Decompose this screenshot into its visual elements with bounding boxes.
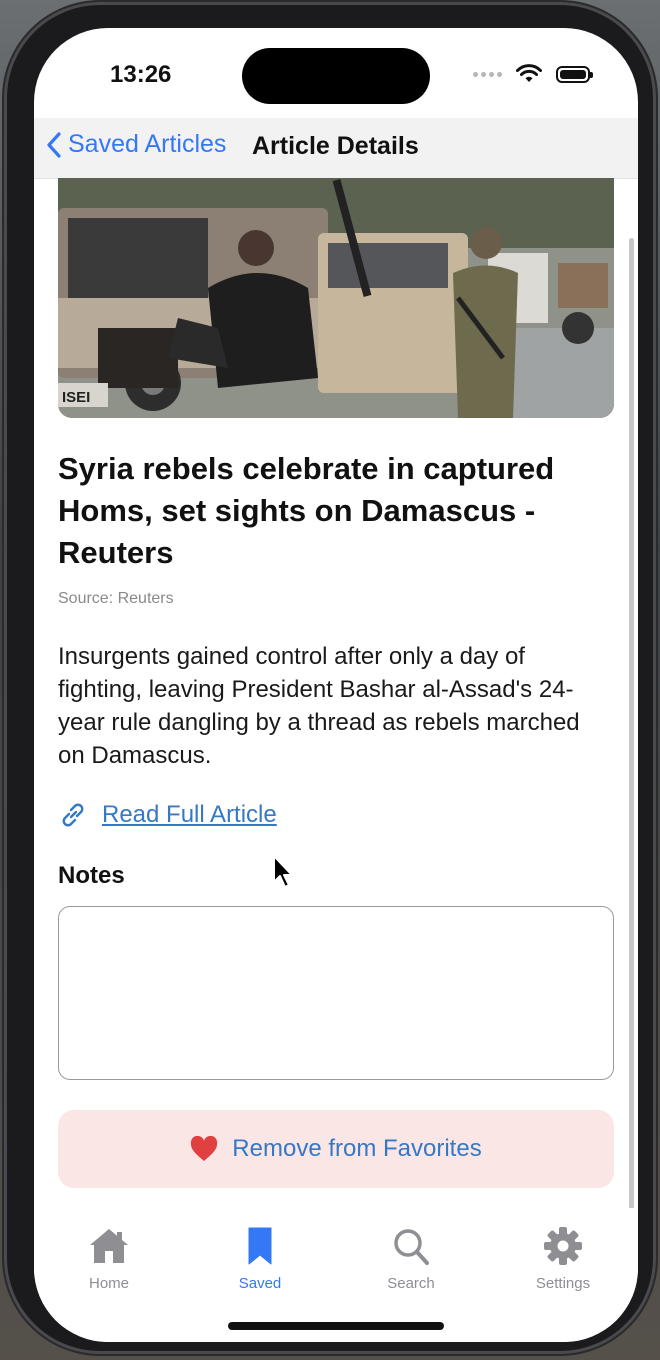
back-button[interactable]: Saved Articles bbox=[46, 130, 226, 159]
tab-settings-label: Settings bbox=[535, 1275, 591, 1292]
article-image: ISEI bbox=[58, 178, 614, 418]
navigation-bar: Saved Articles Article Details bbox=[34, 118, 638, 179]
bookmark-icon bbox=[248, 1227, 272, 1265]
mouse-pointer-icon bbox=[273, 855, 293, 888]
article-source: Source: Reuters bbox=[58, 590, 174, 607]
tab-home-label: Home bbox=[88, 1275, 129, 1292]
tab-saved[interactable]: Saved bbox=[205, 1226, 315, 1292]
screen: 13:26 Saved Articles Article Details ISE… bbox=[34, 28, 638, 1342]
gear-icon bbox=[544, 1227, 582, 1265]
tab-home[interactable]: Home bbox=[54, 1226, 164, 1292]
image-caption-text: ISEI bbox=[62, 389, 90, 406]
status-icons bbox=[473, 64, 593, 84]
house-icon bbox=[90, 1229, 128, 1263]
tab-saved-label: Saved bbox=[238, 1275, 282, 1292]
back-button-label: Saved Articles bbox=[68, 130, 227, 158]
remove-from-favorites-label: Remove from Favorites bbox=[232, 1135, 482, 1162]
battery-icon bbox=[556, 65, 593, 83]
page-title: Article Details bbox=[252, 132, 419, 160]
tab-search[interactable]: Search bbox=[356, 1226, 466, 1292]
link-icon bbox=[62, 803, 84, 827]
notes-label: Notes bbox=[58, 862, 125, 889]
article-scroll-view[interactable]: ISEI Syria rebels celebrate in captured … bbox=[34, 178, 638, 1208]
scrollbar[interactable] bbox=[629, 238, 634, 1210]
wifi-icon bbox=[516, 64, 542, 82]
chevron-left-icon bbox=[47, 131, 61, 158]
home-indicator bbox=[228, 1322, 444, 1330]
heart-icon bbox=[191, 1136, 218, 1161]
notes-input[interactable] bbox=[58, 906, 614, 1080]
article-summary: Insurgents gained control after only a d… bbox=[58, 643, 580, 769]
search-icon bbox=[394, 1229, 429, 1265]
read-full-article-link[interactable]: Read Full Article bbox=[58, 800, 277, 830]
cellular-dots-icon bbox=[473, 71, 502, 77]
status-time: 13:26 bbox=[110, 61, 172, 88]
read-full-article-label: Read Full Article bbox=[102, 801, 277, 828]
tab-settings[interactable]: Settings bbox=[508, 1226, 618, 1292]
article-headline: Syria rebels celebrate in captured Homs,… bbox=[58, 451, 555, 570]
dynamic-island bbox=[242, 48, 430, 104]
remove-from-favorites-button[interactable]: Remove from Favorites bbox=[58, 1110, 614, 1188]
phone-frame: 13:26 Saved Articles Article Details ISE… bbox=[4, 2, 656, 1354]
tab-search-label: Search bbox=[387, 1275, 435, 1292]
